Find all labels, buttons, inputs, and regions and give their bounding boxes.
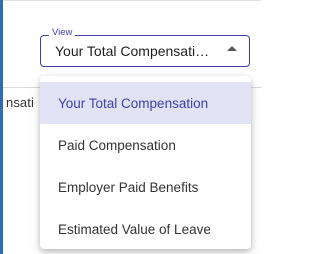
view-dropdown-menu: Your Total Compensation Paid Compensatio…: [40, 76, 251, 249]
view-select-value[interactable]: Your Total Compensati…: [55, 42, 218, 60]
menu-item-your-total-compensation[interactable]: Your Total Compensation: [40, 82, 251, 124]
view-select-label: View: [49, 27, 76, 39]
menu-item-employer-paid-benefits[interactable]: Employer Paid Benefits: [40, 166, 251, 208]
menu-item-paid-compensation[interactable]: Paid Compensation: [40, 124, 251, 166]
background-column-text: nsati: [6, 95, 34, 110]
top-border: [0, 0, 261, 1]
left-accent-border: [0, 0, 3, 254]
page: nsati View Your Total Compensati… Your T…: [0, 0, 261, 254]
arrow-up-icon[interactable]: [227, 46, 237, 51]
menu-item-estimated-value-of-leave[interactable]: Estimated Value of Leave: [40, 208, 251, 250]
